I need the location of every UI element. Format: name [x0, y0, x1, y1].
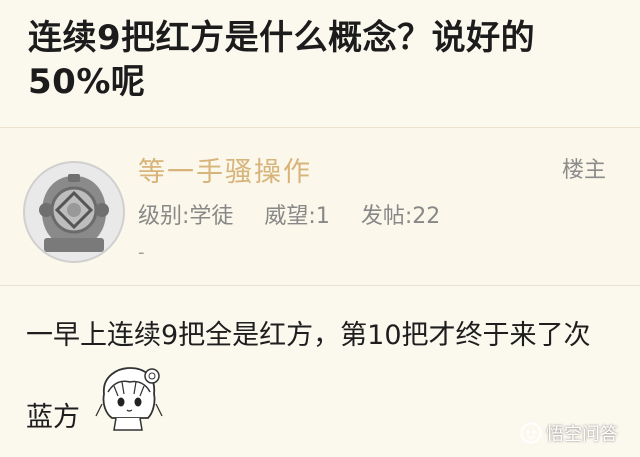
divider: [0, 285, 640, 286]
author-signature: -: [138, 242, 145, 263]
post-body-line1: 一早上连续9把全是红方，第10把才终于来了次: [26, 320, 591, 351]
watermark-text: 悟空问答: [546, 424, 618, 445]
author-prestige: 威望:1: [264, 204, 330, 229]
op-badge: 楼主: [562, 158, 607, 183]
diving-helmet-avatar-icon[interactable]: [22, 160, 126, 264]
post-title: 连续9把红方是什么概念？说好的50%呢: [28, 18, 536, 102]
author-post-count: 发帖:22: [360, 204, 441, 229]
author-name[interactable]: 等一手骚操作: [138, 150, 312, 189]
author-rank: 级别:学徒: [138, 204, 234, 229]
post-header: 连续9把红方是什么概念？说好的50%呢: [0, 0, 640, 126]
post-body-line2: 蓝方: [26, 402, 80, 433]
author-meta: 级别:学徒 威望:1 发帖:22: [138, 198, 464, 230]
anime-girl-sticker-icon: [92, 364, 166, 434]
wukong-logo-icon: [520, 422, 542, 444]
watermark: 悟空问答: [520, 420, 618, 446]
